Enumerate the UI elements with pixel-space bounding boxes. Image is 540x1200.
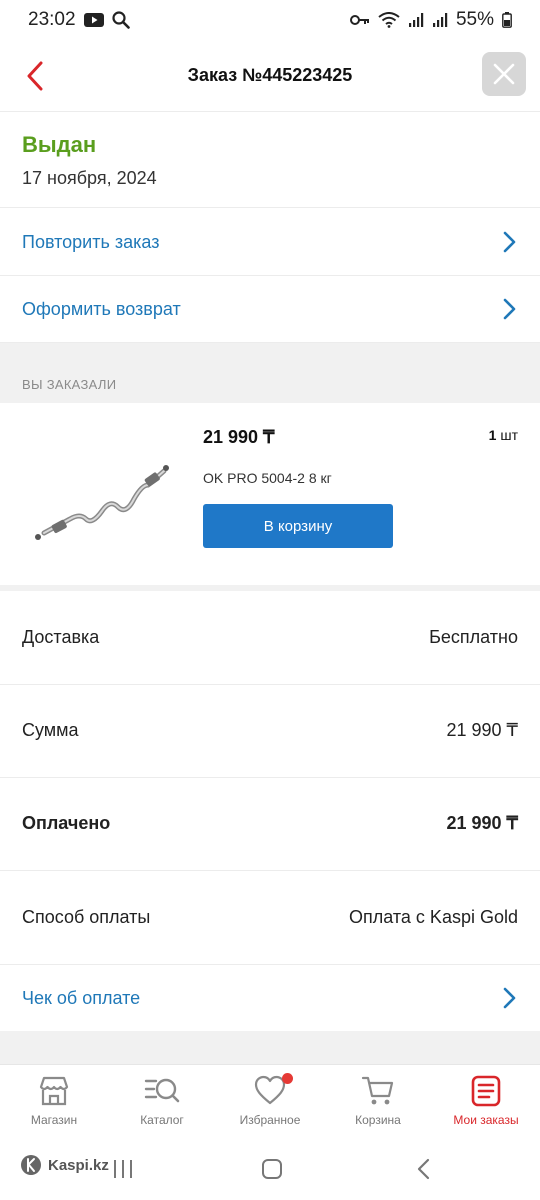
app-header: Заказ №445223425 — [0, 40, 540, 112]
sum-row: Сумма 21 990 ₸ — [0, 684, 540, 778]
system-nav-bar: Kaspi.kz — [0, 1142, 540, 1200]
chevron-right-icon — [502, 231, 516, 253]
product-quantity: 1 шт — [489, 427, 518, 443]
payment-method-row: Способ оплаты Оплата с Kaspi Gold — [0, 871, 540, 965]
kaspi-watermark: Kaspi.kz — [20, 1154, 109, 1176]
nav-catalog[interactable]: Каталог — [108, 1065, 216, 1142]
ordered-section-caption: ВЫ ЗАКАЗАЛИ — [0, 343, 540, 403]
payment-method-label: Способ оплаты — [22, 907, 151, 927]
receipt-label: Чек об оплате — [22, 987, 141, 1008]
paid-label: Оплачено — [22, 813, 111, 833]
paid-value: 21 990 ₸ — [446, 813, 518, 833]
payment-method-value: Оплата с Kaspi Gold — [349, 907, 518, 927]
signal-icon-2 — [432, 12, 448, 28]
home-icon[interactable] — [261, 1158, 283, 1180]
bottom-nav: Магазин Каталог Избранное Корзина Мои за… — [0, 1064, 540, 1142]
catalog-search-icon — [144, 1078, 180, 1103]
nav-cart[interactable]: Корзина — [324, 1065, 432, 1142]
cart-icon — [361, 1076, 394, 1105]
product-price: 21 990 ₸ — [203, 427, 275, 447]
close-icon — [493, 63, 515, 85]
system-back-icon[interactable] — [415, 1158, 433, 1180]
store-icon — [39, 1076, 69, 1106]
wifi-icon — [378, 12, 400, 28]
nav-shop[interactable]: Магазин — [0, 1065, 108, 1142]
order-status-block: Выдан 17 ноября, 2024 — [0, 112, 540, 208]
nav-favorites[interactable]: Избранное — [216, 1065, 324, 1142]
return-order-label: Оформить возврат — [22, 298, 181, 319]
youtube-icon — [83, 13, 104, 27]
nav-orders[interactable]: Мои заказы — [432, 1065, 540, 1142]
nav-favorites-label: Избранное — [239, 1113, 301, 1127]
receipt-row[interactable]: Чек об оплате — [0, 965, 540, 1031]
sum-value: 21 990 ₸ — [446, 720, 518, 740]
quantity-unit: шт — [500, 427, 518, 443]
close-button[interactable] — [482, 52, 526, 96]
bottom-spacer — [0, 1031, 540, 1064]
delivery-row: Доставка Бесплатно — [0, 591, 540, 685]
delivery-label: Доставка — [22, 627, 100, 647]
chevron-right-icon — [502, 298, 516, 320]
back-arrow-icon — [27, 61, 43, 91]
sum-label: Сумма — [22, 720, 79, 740]
orders-icon — [471, 1075, 501, 1107]
add-to-cart-button[interactable]: В корзину — [203, 504, 393, 548]
page-title: Заказ №445223425 — [187, 65, 353, 85]
product-image[interactable] — [30, 433, 170, 551]
battery-percent: 55% — [455, 9, 494, 30]
product-card: 21 990 ₸ 1 шт OK PRO 5004-2 8 кг В корзи… — [0, 403, 540, 585]
status-bar: 23:02 55% — [0, 0, 540, 40]
order-status: Выдан — [22, 132, 97, 157]
return-order-row[interactable]: Оформить возврат — [0, 276, 540, 343]
battery-icon — [502, 12, 512, 28]
quantity-number: 1 — [488, 427, 497, 443]
nav-shop-label: Магазин — [30, 1113, 78, 1127]
favorites-badge — [282, 1073, 293, 1084]
order-date: 17 ноября, 2024 — [22, 168, 157, 188]
clock: 23:02 — [28, 9, 76, 30]
nav-orders-label: Мои заказы — [453, 1113, 519, 1127]
nav-catalog-label: Каталог — [140, 1113, 184, 1127]
key-icon — [349, 14, 370, 26]
search-status-icon — [111, 11, 130, 29]
repeat-order-label: Повторить заказ — [22, 231, 160, 252]
nav-cart-label: Корзина — [355, 1113, 401, 1127]
kaspi-logo-icon — [21, 1155, 41, 1175]
recent-apps-icon[interactable] — [112, 1158, 134, 1180]
delivery-value: Бесплатно — [429, 627, 518, 647]
repeat-order-row[interactable]: Повторить заказ — [0, 209, 540, 276]
signal-icon — [408, 12, 424, 28]
product-name[interactable]: OK PRO 5004-2 8 кг — [203, 470, 332, 486]
watermark-text: Kaspi.kz — [48, 1156, 109, 1174]
paid-row: Оплачено 21 990 ₸ — [0, 777, 540, 871]
chevron-right-icon — [502, 987, 516, 1009]
back-button[interactable] — [26, 58, 56, 94]
